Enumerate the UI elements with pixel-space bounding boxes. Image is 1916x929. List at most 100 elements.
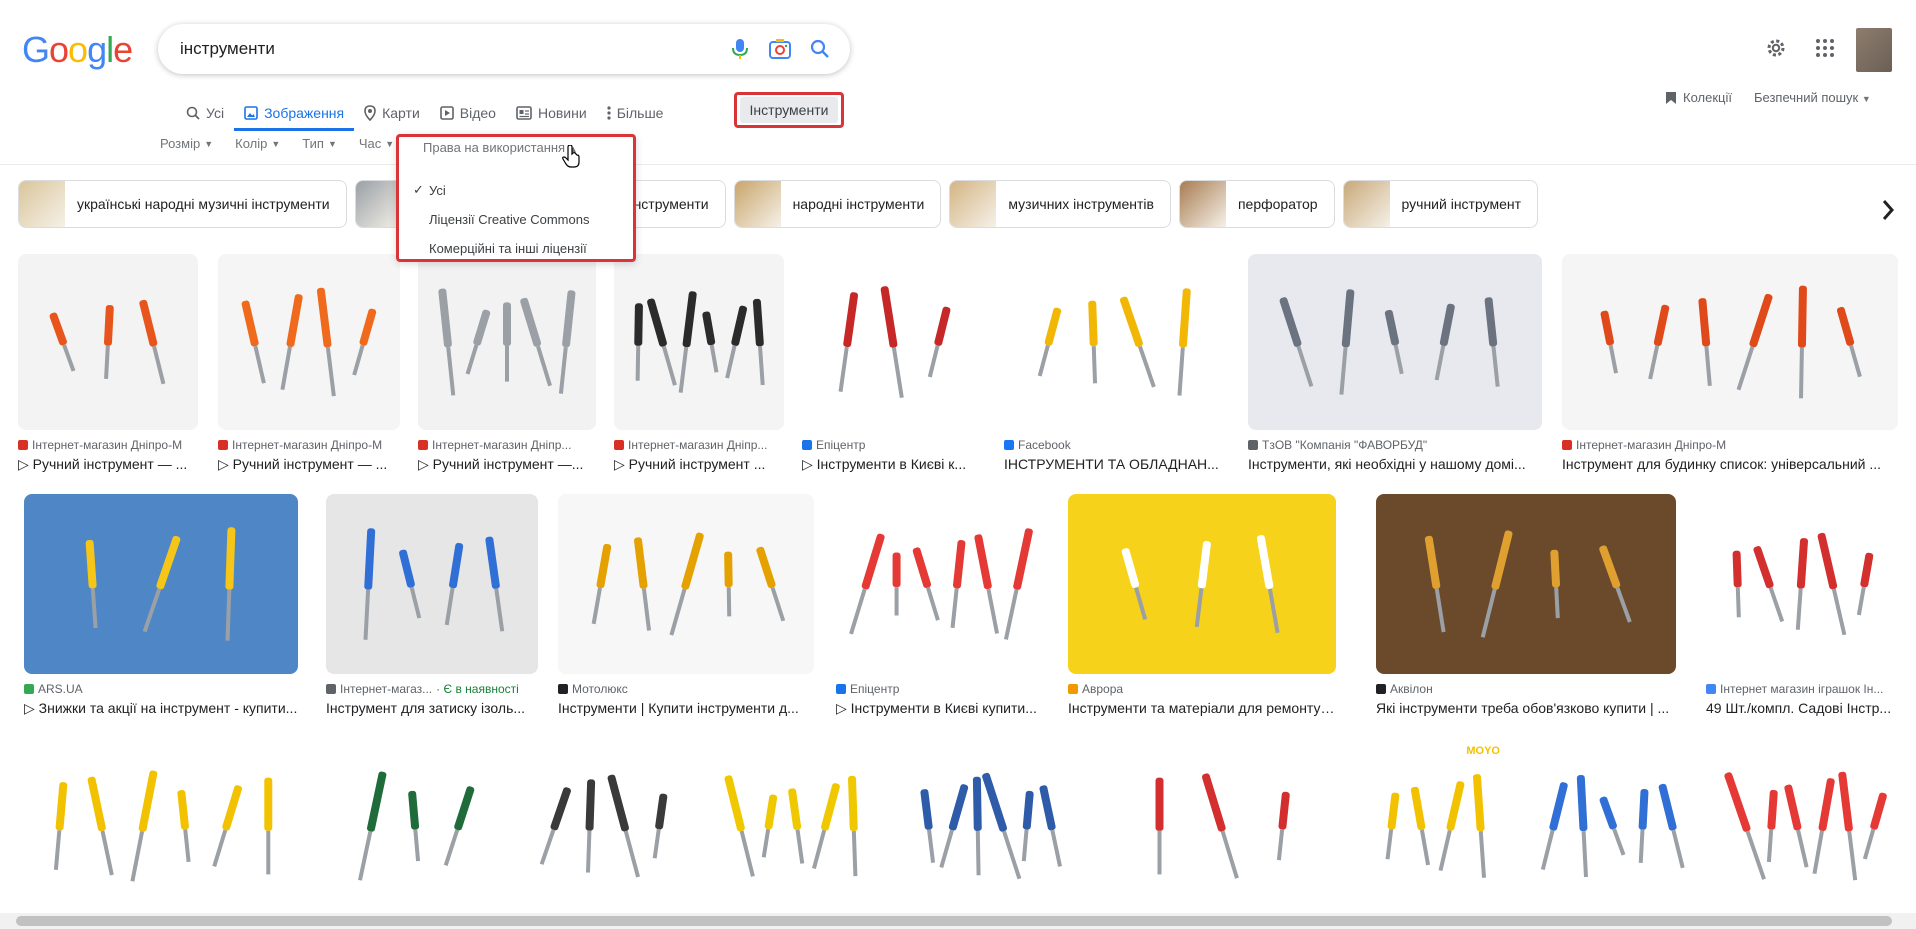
result-title[interactable]: Інструмент для будинку список: універсал… (1562, 456, 1898, 472)
settings-gear-icon[interactable] (1762, 34, 1790, 62)
result-source[interactable]: Інтернет-магазин Дніпр... (418, 438, 596, 452)
result-thumbnail[interactable] (712, 738, 882, 914)
result-thumbnail[interactable] (1098, 738, 1344, 914)
result-title[interactable]: Які інструменти треба обов'язково купити… (1376, 700, 1676, 716)
result-source[interactable]: Інтернет-магазин Дніпр... (614, 438, 784, 452)
image-result[interactable] (712, 738, 882, 929)
result-source[interactable]: Інтернет магазин іграшок Ін... (1706, 682, 1896, 696)
tools-button[interactable]: Інструменти (740, 97, 838, 123)
result-thumbnail[interactable] (836, 494, 1048, 674)
result-title[interactable]: ▷ Ручний інструмент ... (614, 456, 784, 473)
image-result[interactable] (1098, 738, 1344, 929)
image-result[interactable]: Інтернет-магазин Дніпро-М ▷ Ручний інстру… (18, 254, 198, 480)
scrollbar-thumb[interactable] (16, 916, 1892, 926)
related-search-chip[interactable]: народні інструменти (733, 180, 942, 228)
image-result[interactable] (18, 738, 310, 929)
result-thumbnail[interactable] (24, 494, 298, 674)
result-source[interactable]: ARS.UA (24, 682, 298, 696)
result-title[interactable]: ▷ Знижки та акції на інструмент - купити… (24, 700, 298, 717)
tab-2[interactable]: Карти (354, 98, 430, 128)
image-result[interactable]: Інтернет-магаз... · Є в наявності Інструме… (326, 494, 538, 724)
image-result[interactable]: Епіцентр ▷ Інструменти в Києві купити... (836, 494, 1048, 724)
result-thumbnail[interactable] (328, 738, 502, 914)
image-result[interactable]: Інтернет магазин іграшок Ін... 49 Шт./ком… (1706, 494, 1896, 724)
image-result[interactable] (904, 738, 1076, 929)
result-source[interactable]: Епіцентр (836, 682, 1048, 696)
image-result[interactable] (520, 738, 694, 929)
result-source[interactable]: Мотолюкс (558, 682, 814, 696)
image-result[interactable] (328, 738, 502, 929)
image-result[interactable]: MOYO (1362, 738, 1510, 929)
result-source[interactable]: Інтернет-магаз... · Є в наявності (326, 682, 538, 696)
result-thumbnail[interactable] (218, 254, 400, 430)
result-source[interactable]: Епіцентр (802, 438, 984, 452)
image-result[interactable] (1720, 738, 1900, 929)
avatar[interactable] (1856, 28, 1892, 72)
tab-0[interactable]: Усі (176, 98, 234, 128)
image-result[interactable]: Мотолюкс Інструменти | Купити інструменти… (558, 494, 814, 724)
tab-5[interactable]: Більше (597, 98, 674, 128)
result-source[interactable]: ТзОВ "Компанія "ФАВОРБУД" (1248, 438, 1542, 452)
image-result[interactable]: Інтернет-магазин Дніпр... ▷ Ручний інстру… (614, 254, 784, 480)
image-result[interactable]: Інтернет-магазин Дніпр... ▷ Ручний інстру… (418, 254, 596, 480)
related-search-chip[interactable]: ручний інструмент (1342, 180, 1538, 228)
tools-button-highlight[interactable]: Інструменти (734, 92, 844, 128)
usage-rights-option[interactable]: Ліцензії Creative Commons (399, 206, 633, 232)
result-thumbnail[interactable] (1720, 738, 1900, 914)
filter-0[interactable]: Розмір ▼ (160, 136, 213, 151)
image-result[interactable] (1524, 738, 1702, 929)
result-thumbnail[interactable] (558, 494, 814, 674)
result-title[interactable]: Інструменти | Купити інструменти д... (558, 700, 814, 716)
result-thumbnail[interactable] (802, 254, 984, 430)
image-result[interactable]: Аврора Інструменти та матеріали для ремон… (1068, 494, 1336, 724)
result-title[interactable]: 49 Шт./компл. Садові Інстр... (1706, 700, 1896, 716)
safesearch-dropdown[interactable]: Безпечний пошук ▼ (1754, 90, 1871, 105)
usage-rights-option[interactable]: Комерційні та інші ліцензії (399, 235, 633, 261)
result-title[interactable]: Інструмент для затиску ізоль... (326, 700, 538, 716)
microphone-icon[interactable] (728, 37, 752, 61)
result-source[interactable]: Інтернет-магазин Дніпро-М (218, 438, 400, 452)
result-title[interactable]: ▷ Ручний інструмент — ... (18, 456, 198, 473)
result-thumbnail[interactable] (614, 254, 784, 430)
result-title[interactable]: ▷ Ручний інструмент — ... (218, 456, 400, 473)
usage-rights-option[interactable]: ✓ Усі (399, 177, 633, 203)
google-logo[interactable]: Google (22, 28, 133, 72)
result-thumbnail[interactable] (1362, 738, 1510, 914)
result-thumbnail[interactable] (1068, 494, 1336, 674)
result-title[interactable]: ІНСТРУМЕНТИ ТА ОБЛАДНАН... (1004, 456, 1228, 472)
result-thumbnail[interactable] (418, 254, 596, 430)
image-result[interactable]: Аквілон Які інструменти треба обов'язково… (1376, 494, 1676, 724)
image-result[interactable]: Facebook ІНСТРУМЕНТИ ТА ОБЛАДНАН... (1004, 254, 1228, 480)
filter-2[interactable]: Тип ▼ (302, 136, 337, 151)
related-search-chip[interactable]: українські народні музичні інструменти (18, 180, 347, 228)
result-thumbnail[interactable] (18, 254, 198, 430)
search-icon[interactable] (808, 37, 832, 61)
result-thumbnail[interactable] (326, 494, 538, 674)
image-result[interactable]: ARS.UA ▷ Знижки та акції на інструмент - … (24, 494, 298, 724)
filter-3[interactable]: Час ▼ (359, 136, 394, 151)
collections-link[interactable]: Колекції (1665, 90, 1732, 105)
result-thumbnail[interactable] (1004, 254, 1228, 430)
image-result[interactable]: Інтернет-магазин Дніпро-М Інструмент для … (1562, 254, 1898, 480)
image-result[interactable]: ТзОВ "Компанія "ФАВОРБУД" Інструменти, як… (1248, 254, 1542, 480)
result-source[interactable]: Інтернет-магазин Дніпро-М (18, 438, 198, 452)
result-thumbnail[interactable] (904, 738, 1076, 914)
result-title[interactable]: ▷ Ручний інструмент —... (418, 456, 596, 473)
result-thumbnail[interactable] (1248, 254, 1542, 430)
related-search-chip[interactable]: музичних інструментів (949, 180, 1171, 228)
usage-rights-filter[interactable]: Права на використання ▲ (423, 140, 578, 155)
result-source[interactable]: Facebook (1004, 438, 1228, 452)
tab-4[interactable]: Новини (506, 98, 597, 128)
usage-rights-dropdown[interactable]: Права на використання ▲ ✓ Усі Ліцензії Cre… (396, 134, 636, 262)
result-thumbnail[interactable] (1562, 254, 1898, 430)
tab-3[interactable]: Відео (430, 98, 506, 128)
horizontal-scrollbar[interactable] (0, 913, 1916, 929)
result-thumbnail[interactable] (1706, 494, 1896, 674)
result-title[interactable]: ▷ Інструменти в Києві к... (802, 456, 984, 473)
search-input[interactable]: інструменти (180, 39, 275, 59)
result-thumbnail[interactable] (1524, 738, 1702, 914)
result-title[interactable]: ▷ Інструменти в Києві купити... (836, 700, 1048, 717)
result-thumbnail[interactable] (18, 738, 310, 914)
filter-1[interactable]: Колір ▼ (235, 136, 280, 151)
result-title[interactable]: Інструменти та матеріали для ремонту ... (1068, 700, 1336, 716)
